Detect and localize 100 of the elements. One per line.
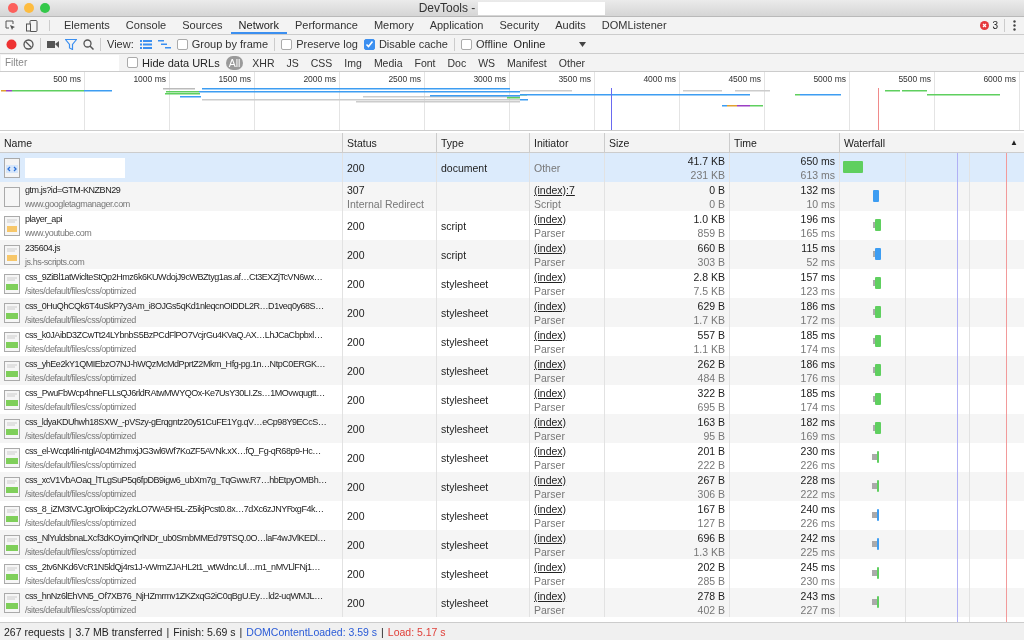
column-header[interactable]: Status: [347, 136, 377, 149]
panel-tab[interactable]: Elements: [56, 17, 118, 34]
list-view-icon[interactable]: [139, 39, 152, 49]
throttling-dropdown[interactable]: Online: [513, 38, 587, 50]
initiator-link[interactable]: (index): [534, 559, 600, 574]
request-row[interactable]: gtm.js?id=GTM-KNZBN29 www.googletagmanager.com 307 Internal Redirect (index):7 Script 0 B 0 B 132 ms 10 ms: [0, 182, 1024, 211]
latency: 613 ms: [800, 167, 835, 182]
checkbox-label: Disable cache: [378, 38, 448, 50]
window-title: DevTools -: [418, 1, 476, 15]
panel-tab[interactable]: Security: [491, 17, 548, 34]
camera-icon[interactable]: [47, 39, 59, 49]
column-header[interactable]: Size: [609, 136, 630, 149]
request-row[interactable]: 200 document Other 41.7 KB 231 KB 650 ms 613 ms: [0, 153, 1024, 182]
filter-icon[interactable]: [65, 38, 77, 50]
type-filter-tab[interactable]: WS: [475, 55, 499, 70]
resource-type: stylesheet: [441, 508, 490, 523]
type-filter-tab[interactable]: JS: [283, 55, 302, 70]
caret-icon: [579, 41, 587, 47]
resource-type: script: [441, 218, 468, 233]
waterfall-view-icon[interactable]: [157, 39, 171, 49]
latency: 174 ms: [800, 341, 835, 356]
initiator-link[interactable]: (index): [534, 530, 600, 545]
column-header[interactable]: Waterfall: [844, 136, 886, 149]
request-domain: /sites/default/files/css/optimized: [25, 284, 136, 298]
search-icon[interactable]: [83, 38, 94, 50]
checkbox[interactable]: [363, 38, 375, 50]
latency: 225 ms: [800, 544, 835, 559]
panel-tab[interactable]: Memory: [365, 17, 422, 34]
resource-size: 7.5 KB: [693, 283, 725, 298]
menu-icon[interactable]: [1013, 20, 1016, 31]
record-button[interactable]: [6, 38, 17, 50]
initiator-link[interactable]: (index): [534, 211, 600, 226]
initiator-link[interactable]: (index): [534, 414, 600, 429]
request-name: gtm.js?id=GTM-KNZBN29: [25, 183, 121, 197]
clear-icon[interactable]: [23, 38, 34, 50]
latency: 169 ms: [800, 428, 835, 443]
initiator-link[interactable]: (index): [534, 240, 600, 255]
type-filter-tab[interactable]: XHR: [249, 55, 278, 70]
transfer-size: 2.8 KB: [693, 269, 725, 284]
summary-text: Finish: 5.69 s: [173, 625, 236, 638]
close-button[interactable]: [8, 3, 18, 13]
initiator-link[interactable]: (index):7: [534, 182, 600, 197]
separator-text: |: [239, 625, 243, 638]
zoom-button[interactable]: [40, 3, 50, 13]
request-name: 235604.js: [25, 241, 60, 255]
initiator-link[interactable]: (index): [534, 472, 600, 487]
initiator-link[interactable]: (index): [534, 356, 600, 371]
request-row[interactable]: css_0HuQhCQk6T4uSkP7y3Am_i8OJGs5qKd1nleqcnOIDDL2R…D1veq0y68S… /sites/default/files/css/optimized 200 stylesheet (index) Parser 629 B 1.7 KB 186 ms 172 ms: [0, 298, 1024, 327]
type-filter-tab[interactable]: Manifest: [504, 55, 550, 70]
filter-field[interactable]: Filter: [1, 54, 119, 71]
initiator-link[interactable]: (index): [534, 269, 600, 284]
panel-tab[interactable]: Console: [117, 17, 175, 34]
checkbox[interactable]: [176, 38, 188, 50]
type-filter-tab[interactable]: Other: [555, 55, 589, 70]
initiator-link[interactable]: (index): [534, 385, 600, 400]
stylesheet-file-icon: [4, 273, 20, 294]
initiator-type: Parser: [534, 254, 566, 269]
column-header[interactable]: Name: [4, 136, 32, 149]
type-filter-tab[interactable]: Media: [370, 55, 406, 70]
panel-tab[interactable]: Performance: [286, 17, 366, 34]
panel-tab[interactable]: Application: [421, 17, 492, 34]
type-filter-tab[interactable]: CSS: [307, 55, 336, 70]
request-row[interactable]: css_NlYuldsbnaLXcf3dKOyimQrlNDr_ub0SmbMMEd79TSQ.0O…laF4wJVlKEDl… /sites/default/files/css/optimized 200 stylesheet (index) Parser 696 B 1.3 KB 242 ms 225 ms: [0, 530, 1024, 559]
request-name: css_PwuFbWcp4hneFLLsQJ6rldRAtwMWYQOx-Ke7UsY30LI.Zs…1MOvwqugtt…: [25, 386, 325, 400]
initiator-link[interactable]: (index): [534, 327, 600, 342]
initiator-link[interactable]: (index): [534, 443, 600, 458]
inspect-icon[interactable]: [5, 20, 16, 31]
resource-type: stylesheet: [441, 363, 490, 378]
request-domain: /sites/default/files/css/optimized: [25, 429, 136, 443]
total-time: 230 ms: [800, 443, 835, 458]
resource-type: stylesheet: [441, 392, 490, 407]
panel-tab[interactable]: DOMListener: [593, 17, 675, 34]
checkbox[interactable]: [281, 38, 293, 50]
column-header[interactable]: Time: [734, 136, 757, 149]
checkbox[interactable]: [127, 57, 138, 68]
script-file-icon: [4, 244, 20, 265]
panel-tab[interactable]: Audits: [547, 17, 594, 34]
column-header[interactable]: Type: [441, 136, 464, 149]
type-filter-tab[interactable]: Doc: [444, 55, 470, 70]
checkbox[interactable]: [461, 38, 472, 50]
type-filter-tab[interactable]: Img: [341, 55, 365, 70]
request-row[interactable]: css_xcV1VbAOaq_lTLgSuP5q6fpDB9igw6_ubXm7g_TqGww.R7…hbEtpyOMBh… /sites/default/files/css/optimized 200 stylesheet (index) Parser 267 B 306 B 228 ms 222 ms: [0, 472, 1024, 501]
initiator-link[interactable]: (index): [534, 501, 600, 516]
load-time-text: Load: 5.17 s: [387, 625, 446, 638]
time-tick-label: 5500 ms: [898, 74, 931, 84]
time-tick-label: 4500 ms: [728, 74, 761, 84]
initiator-link[interactable]: (index): [534, 588, 600, 603]
resource-size: 231 KB: [690, 167, 725, 182]
device-icon[interactable]: [26, 19, 38, 32]
column-header[interactable]: Initiator: [534, 136, 569, 149]
type-filter-tab[interactable]: Font: [411, 55, 439, 70]
request-row[interactable]: css_hnNz6lEhVN5_Of7XB76_NjHZmrmv1ZKZxqG2iC0qBgU.Ey…ld2-uqWMJL… /sites/default/files/css/optimized 200 stylesheet (index) Parser 278 B 402 B 243 ms 227 ms: [0, 588, 1024, 617]
request-name: css_yhEe2kY1QMIEbzO7NJ-hWQzMcMdPprtZ2Mkm_Hfg-pg.1n…NtpC0ERGK…: [25, 357, 326, 371]
request-domain: /sites/default/files/css/optimized: [25, 603, 136, 617]
panel-tab[interactable]: Sources: [174, 17, 231, 34]
initiator-link[interactable]: (index): [534, 298, 600, 313]
transfer-size: 262 B: [697, 356, 725, 371]
request-row[interactable]: css_yhEe2kY1QMIEbzO7NJ-hWQzMcMdPprtZ2Mkm_Hfg-pg.1n…NtpC0ERGK… /sites/default/files/css/optimized 200 stylesheet (index) Parser 262 B 484 B 186 ms 176 ms: [0, 356, 1024, 385]
request-row[interactable]: css_ldyaKDUhwh18SXW_-pVSzy-gErqgntz20y51CuFE1Yg.qV…eCp98Y9ECcS… /sites/default/files/css/optimized 200 stylesheet (index) Parser 163 B 95 B 182 ms 169 ms: [0, 414, 1024, 443]
request-row[interactable]: 235604.js js.hs-scripts.com 200 script (index) Parser 660 B 303 B 115 ms 52 ms: [0, 240, 1024, 269]
